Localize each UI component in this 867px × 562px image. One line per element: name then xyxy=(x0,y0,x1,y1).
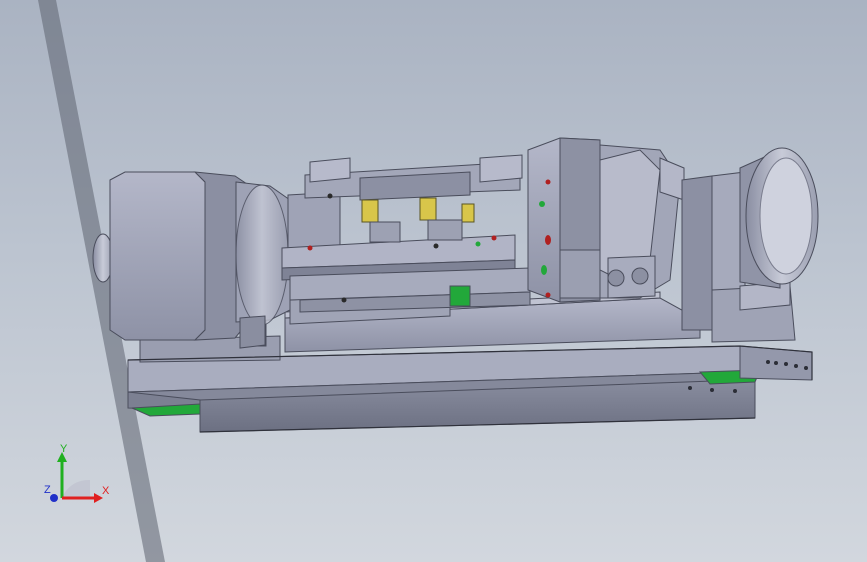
motor-left xyxy=(92,171,291,349)
motor-housing xyxy=(109,171,206,341)
triad-graphic xyxy=(50,452,103,503)
middle-frame xyxy=(281,154,531,313)
triad-label-y: Y xyxy=(60,443,68,455)
green-block xyxy=(449,285,471,307)
triad-label-z: Z xyxy=(44,484,51,496)
orientation-triad: Y X Z xyxy=(40,440,120,510)
graphics-viewport[interactable]: Y X Z xyxy=(0,0,867,562)
cad-model-view[interactable] xyxy=(0,0,867,562)
z-axis-arrow xyxy=(50,494,58,502)
motor-right xyxy=(681,147,819,343)
triad-label-x: X xyxy=(102,485,110,497)
gripper-mechanism xyxy=(527,137,685,303)
cylinders xyxy=(361,197,475,243)
top-bracket xyxy=(309,157,351,183)
